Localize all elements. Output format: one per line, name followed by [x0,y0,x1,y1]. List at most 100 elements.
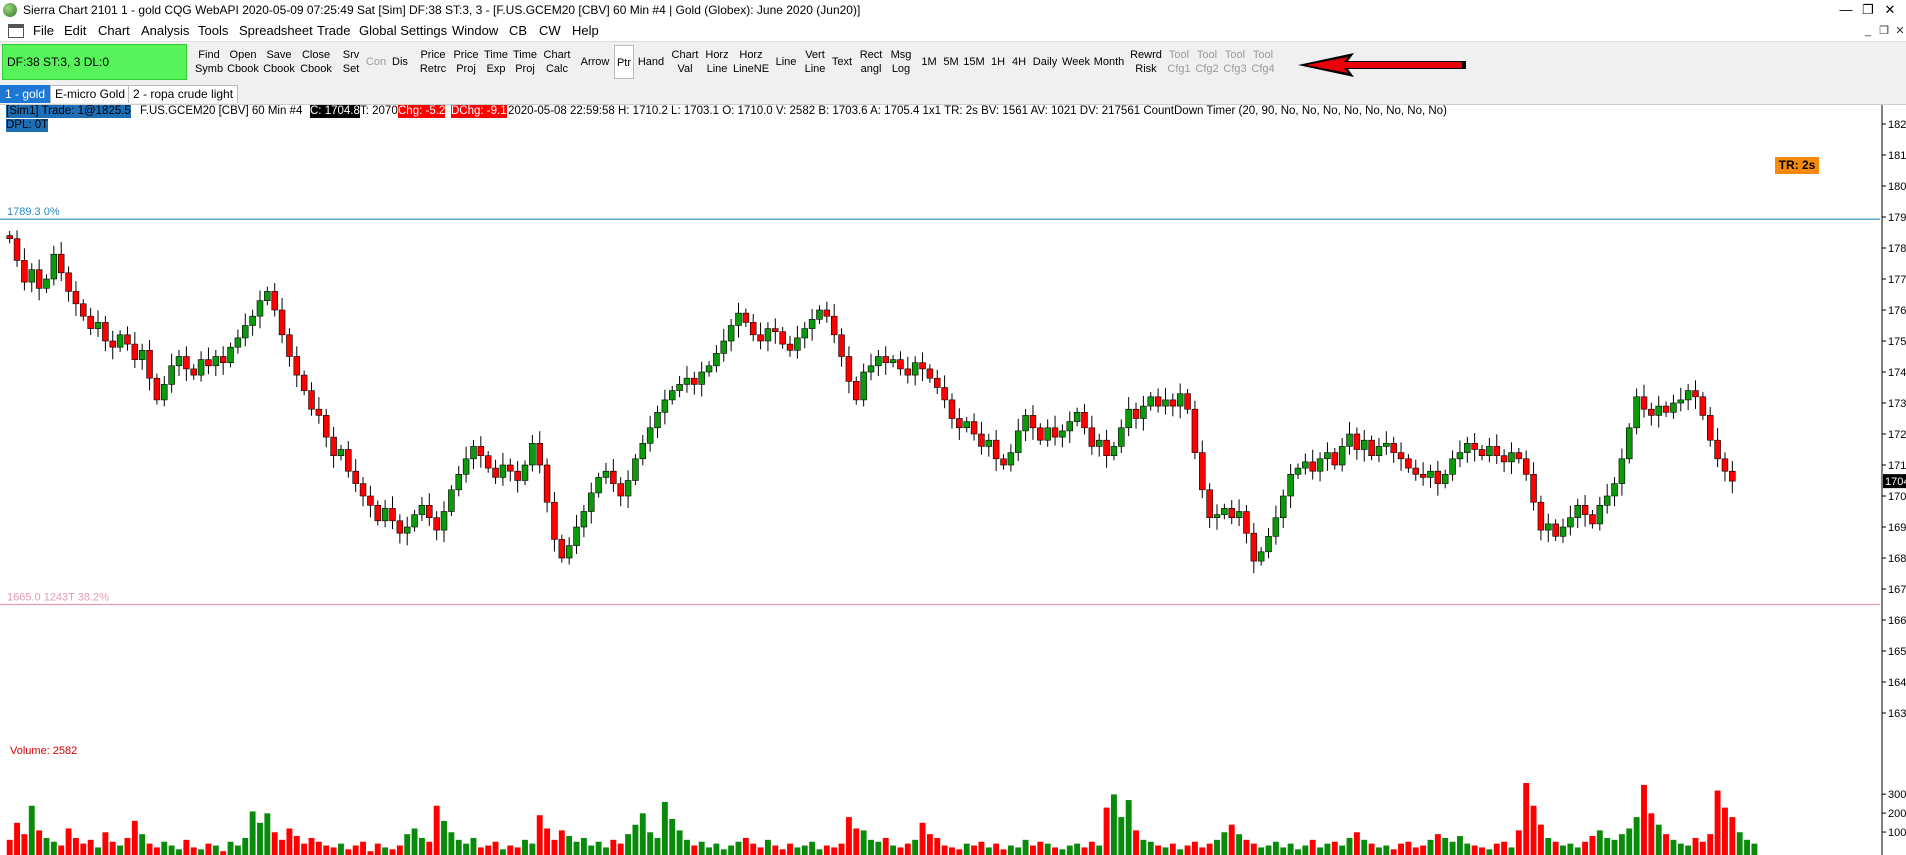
menu-trade[interactable]: Trade [317,23,350,38]
toolbar-button-arrow[interactable]: Arrow [578,45,612,79]
volume-axis-label: 1000 [1888,827,1906,839]
candle-up [661,399,669,413]
toolbar-button-daily[interactable]: Daily [1030,45,1060,79]
candle-down [1589,514,1596,525]
candle-down [1368,439,1375,457]
menu-chart[interactable]: Chart [98,23,130,38]
volume-bar [1302,845,1309,855]
candle-up [705,365,713,373]
dpl-label: DPL: 0T [6,119,49,132]
toolbar-button-close-cbook[interactable]: Close Cbook [299,45,333,79]
candle-up [1140,405,1147,419]
menu-cb[interactable]: CB [509,23,527,38]
toolbar-button-line[interactable]: Line [773,45,799,79]
candle-down [1243,511,1250,534]
candle-down [1154,396,1162,407]
menu-global-settings[interactable]: Global Settings [359,23,447,38]
candle-down [153,377,161,401]
candle-up [381,508,389,522]
price-axis-label: 1710 [1888,460,1906,472]
toolbar-button-horz-linene[interactable]: Horz LineNE [731,45,771,79]
volume-bar [919,822,926,855]
toolbar-button-tool-cfg3[interactable]: Tool Cfg3 [1222,45,1248,79]
candle-up [1670,402,1677,413]
toolbar-button-label: Week [1062,56,1090,68]
toolbar-button-tool-cfg1[interactable]: Tool Cfg1 [1166,45,1192,79]
toolbar-button-label: Cbook [263,63,295,75]
toolbar-button-time-proj[interactable]: Time Proj [512,45,538,79]
toolbar-button-4h[interactable]: 4H [1008,45,1030,79]
toolbar-button-5m[interactable]: 5M [940,45,962,79]
toolbar-button-week[interactable]: Week [1062,45,1090,79]
menu-window[interactable]: Window [452,23,498,38]
toolbar-button-chart-calc[interactable]: Chart Calc [541,45,573,79]
tab-ropa-crude-light[interactable]: 2 - ropa crude light [128,85,239,103]
toolbar-button-save-cbook[interactable]: Save Cbook [262,45,296,79]
toolbar-button-con[interactable]: Con [365,45,387,79]
toolbar-button-1m[interactable]: 1M [918,45,940,79]
app-icon [3,3,17,17]
menu-help[interactable]: Help [572,23,599,38]
candle-down [1037,427,1044,441]
menu-tools[interactable]: Tools [198,23,228,38]
price-chart[interactable]: 1820 1810 1800 1790 1780 1770 1760 1750 1740 1730… [0,105,1906,855]
toolbar-button-horz-line[interactable]: Horz Line [702,45,732,79]
chart-window-icon[interactable] [8,24,24,38]
volume-bar [1655,824,1662,855]
toolbar-button-label: Con [365,56,387,68]
toolbar-button-time-exp[interactable]: Time Exp [483,45,509,79]
toolbar-button-rewrd-risk[interactable]: Rewrd Risk [1129,45,1163,79]
toolbar-button-srv-set[interactable]: Srv Set [340,45,362,79]
toolbar-button-price-proj[interactable]: Price Proj [452,45,480,79]
volume-bar [1074,843,1081,855]
close-icon[interactable]: ✕ [1870,0,1906,21]
candle-down [1493,446,1500,456]
menu-file[interactable]: File [33,23,54,38]
toolbar-button-chart-val[interactable]: Chart Val [669,45,701,79]
volume-bar [1567,843,1574,855]
toolbar-button-label: Horz [739,49,763,61]
menu-analysis[interactable]: Analysis [141,23,189,38]
candle-up [713,353,720,367]
candle-down [978,433,985,447]
toolbar-button-month[interactable]: Month [1092,45,1126,79]
volume-bar [249,811,256,855]
toolbar-button-1h[interactable]: 1H [988,45,1008,79]
candle-up [1213,514,1221,519]
toolbar-button-ptr[interactable]: Ptr [614,45,634,79]
volume-bar [1479,847,1485,855]
volume-bar [1471,845,1478,855]
tab-e-micro-gold[interactable]: E-micro Gold [50,85,131,103]
volume-bar [1641,784,1647,855]
candle-down [1478,449,1486,456]
tab-1-gold[interactable]: 1 - gold [0,85,51,103]
toolbar-button-find-symb[interactable]: Find Symb [193,45,225,79]
candle-up [654,411,661,429]
mdi-close-icon[interactable]: ✕ [1890,21,1906,41]
toolbar-button-rect-angl[interactable]: Rect angl [857,45,885,79]
volume-bar [1626,828,1633,855]
toolbar-button-msg-log[interactable]: Msg Log [887,45,915,79]
toolbar-button-label: Hand [637,56,665,68]
candle-down [1132,408,1140,419]
volume-bar [580,837,587,855]
toolbar-button-tool-cfg4[interactable]: Tool Cfg4 [1250,45,1276,79]
toolbar-button-tool-cfg2[interactable]: Tool Cfg2 [1194,45,1220,79]
candle-down [131,343,139,360]
menu-spreadsheet[interactable]: Spreadsheet [239,23,313,38]
toolbar-button-hand[interactable]: Hand [636,45,666,79]
toolbar-button-vert-line[interactable]: Vert Line [801,45,829,79]
toolbar-button-open-cbook[interactable]: Open Cbook [226,45,260,79]
candle-down [1699,396,1707,416]
toolbar-button-text[interactable]: Text [829,45,855,79]
candle-up [470,446,477,460]
menu-edit[interactable]: Edit [64,23,86,38]
toolbar-button-dis[interactable]: Dis [389,45,411,79]
chart-area[interactable]: 1820 1810 1800 1790 1780 1770 1760 1750 1740 1730… [0,105,1906,855]
candle-down [300,374,308,391]
toolbar-button-price-retrc[interactable]: Price Retrc [418,45,448,79]
toolbar-button-15m[interactable]: 15M [962,45,986,79]
volume-bar [1103,807,1110,855]
candle-down [1692,390,1699,398]
menu-cw[interactable]: CW [539,23,561,38]
